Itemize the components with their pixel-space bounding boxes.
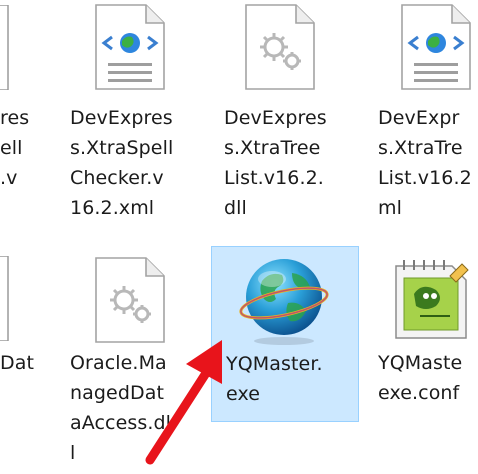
file-item-xtratreelist-xml[interactable]: DevExpr s.XtraTre List.v16.2 ml	[362, 0, 478, 245]
file-name-line: ell	[0, 137, 23, 159]
file-name-line: 16.2.xml	[70, 197, 155, 219]
file-name-line: l	[70, 442, 76, 464]
file-item-xtratreelist-dll[interactable]: DevExpres s.XtraTree List.v16.2. dll	[212, 0, 352, 245]
file-name-line: List.v16.2	[378, 167, 472, 189]
file-name-line: Oracle.Ma	[70, 352, 167, 374]
file-icon	[0, 5, 9, 90]
file-name-line: res	[0, 107, 30, 129]
file-name-line: DevExpr	[378, 107, 460, 129]
file-name-line: ml	[378, 197, 402, 219]
notepad-plus-config-icon	[395, 260, 469, 339]
file-name-line: .v	[0, 167, 18, 189]
file-item-partial-left-2[interactable]: Dat	[0, 248, 50, 408]
file-name-line: Dat	[0, 352, 35, 374]
xml-document-icon	[95, 4, 165, 90]
file-name-line: YQMaster.	[226, 353, 323, 375]
file-item-partial-left-1[interactable]: res ell .v	[0, 0, 50, 245]
file-name-line: exe	[226, 383, 261, 405]
dll-gear-document-icon	[245, 4, 315, 90]
file-item-oracle-dll[interactable]: Oracle.Ma nagedDat aAccess.dl l	[62, 248, 202, 474]
globe-app-icon	[239, 259, 329, 345]
file-name-line: aAccess.dl	[70, 412, 172, 434]
file-name-line: dll	[224, 197, 247, 219]
file-name-line: Checker.v	[70, 167, 164, 189]
file-name-line: nagedDat	[70, 382, 165, 404]
file-name-line: DevExpres	[70, 107, 173, 129]
file-item-xtraspellchecker-xml[interactable]: DevExpres s.XtraSpell Checker.v 16.2.xml	[62, 0, 202, 245]
file-name-line: s.XtraSpell	[70, 137, 174, 159]
file-icon	[0, 256, 9, 341]
file-name-line: List.v16.2.	[224, 167, 324, 189]
file-name-line: s.XtraTre	[378, 137, 463, 159]
file-item-yqmaster-exe[interactable]: YQMaster. exe	[211, 246, 359, 422]
file-name-line: DevExpres	[224, 107, 327, 129]
file-name-line: YQMaste	[378, 352, 463, 374]
file-item-yqmaster-config[interactable]: YQMaste exe.conf	[362, 248, 478, 408]
file-explorer-view: res ell .v DevExpres s.XtraSpell Checker…	[0, 0, 478, 474]
dll-gear-document-icon	[95, 257, 165, 343]
xml-document-icon	[401, 4, 471, 90]
file-name-line: s.XtraTree	[224, 137, 321, 159]
file-name-line: exe.conf	[378, 382, 460, 404]
